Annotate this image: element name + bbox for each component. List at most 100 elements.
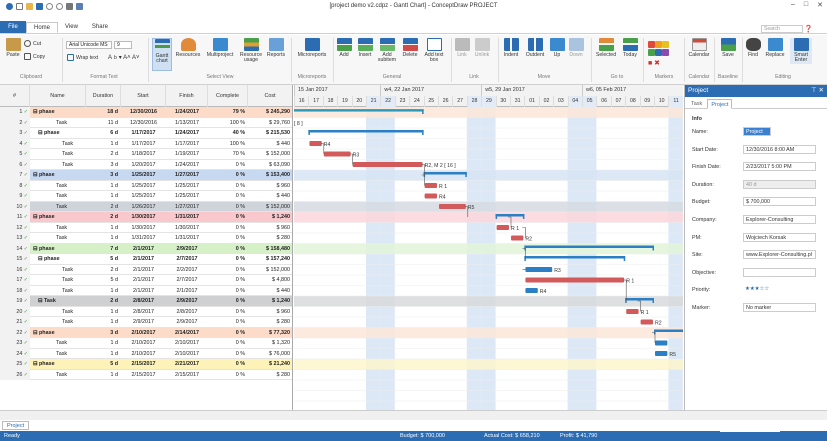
cell-finish[interactable]: 1/31/2017	[166, 233, 208, 244]
cell-finish[interactable]: 1/25/2017	[166, 191, 208, 202]
cell-n[interactable]: 3 ✓	[0, 128, 30, 139]
table-row[interactable]: 6 ✓ Task 3 d 1/20/2017 1/24/2017 0 % $ 63,090	[0, 159, 292, 170]
cell-dur[interactable]: 5 d	[86, 275, 121, 286]
cell-n[interactable]: 5 ✓	[0, 149, 30, 160]
cell-start[interactable]: 2/1/2017	[121, 265, 166, 276]
cell-finish[interactable]: 2/9/2017	[166, 296, 208, 307]
cell-dur[interactable]: 1 d	[86, 139, 121, 150]
cell-finish[interactable]: 2/1/2017	[166, 286, 208, 297]
cell-complete[interactable]: 0 %	[208, 275, 248, 286]
cell-start[interactable]: 2/15/2017	[121, 370, 166, 381]
table-row[interactable]: 1 ✓ ⊟ phase 18 d 12/30/2016 1/24/2017 79 % $ 2…	[0, 107, 292, 118]
col-header-number[interactable]: #	[0, 85, 30, 107]
cell-name[interactable]: ⊟ phase	[30, 244, 86, 255]
cell-start[interactable]: 2/10/2017	[121, 349, 166, 360]
cell-complete[interactable]: 0 %	[208, 254, 248, 265]
clear-marker-icon[interactable]: ■ ✖	[648, 59, 660, 67]
cell-finish[interactable]: 2/21/2017	[166, 359, 208, 370]
cell-start[interactable]: 2/1/2017	[121, 275, 166, 286]
cell-cost[interactable]: $ 152,000	[248, 149, 292, 160]
cell-name[interactable]: ⊟ Task	[30, 296, 86, 307]
cell-cost[interactable]: $ 153,400	[248, 170, 292, 181]
cell-n[interactable]: 16 ✓	[0, 264, 30, 275]
cell-dur[interactable]: 5 d	[86, 254, 121, 265]
add-subitem-button[interactable]: Add subitem	[376, 38, 398, 64]
table-row[interactable]: 18 ✓ Task 1 d 2/1/2017 2/1/2017 0 % $ 440	[0, 285, 292, 297]
cell-name[interactable]: Task	[30, 191, 86, 202]
panel-field-value[interactable]: Explorer-Consulting	[743, 215, 816, 224]
save-baseline-button[interactable]: Save	[718, 38, 738, 58]
cell-name[interactable]: Task	[30, 233, 86, 244]
panel-tab-project[interactable]: Project	[707, 99, 733, 109]
table-row[interactable]: 23 ✓ Task 1 d 2/10/2017 2/10/2017 0 % $ 1,320	[0, 338, 292, 349]
cell-cost[interactable]: $ 21,240	[248, 359, 292, 370]
table-row[interactable]: 10 ✓ Task 2 d 1/26/2017 1/27/2017 0 % $ 152,00…	[0, 201, 292, 212]
cell-dur[interactable]: 2 d	[86, 149, 121, 160]
cell-dur[interactable]: 5 d	[86, 359, 121, 370]
cell-complete[interactable]: 0 %	[208, 317, 248, 328]
indent-button[interactable]: Indent	[501, 38, 521, 58]
col-header-cost[interactable]: Cost	[248, 85, 292, 107]
cell-start[interactable]: 1/30/2017	[121, 212, 166, 223]
cell-complete[interactable]: 100 %	[208, 139, 248, 150]
table-row[interactable]: 12 ✓ Task 1 d 1/30/2017 1/30/2017 0 % $ 960	[0, 222, 292, 234]
cell-finish[interactable]: 2/8/2017	[166, 307, 208, 318]
table-row[interactable]: 22 ✓ ⊟ phase 3 d 2/10/2017 2/14/2017 0 % $ 77,…	[0, 327, 292, 339]
goto-selected-button[interactable]: Selected	[594, 38, 618, 58]
cell-cost[interactable]: $ 152,000	[248, 265, 292, 276]
cell-complete[interactable]: 40 %	[208, 128, 248, 139]
col-header-finish[interactable]: Finish	[166, 85, 208, 107]
move-down-button[interactable]: Down	[567, 38, 585, 58]
table-row[interactable]: 11 ✓ ⊟ phase 2 d 1/30/2017 1/31/2017 0 % $ 1,2…	[0, 212, 292, 223]
cell-name[interactable]: ⊟ phase	[30, 212, 86, 223]
cell-finish[interactable]: 1/30/2017	[166, 223, 208, 234]
cell-dur[interactable]: 1 d	[86, 223, 121, 234]
table-row[interactable]: 17 ✓ Task 5 d 2/1/2017 2/7/2017 0 % $ 4,800	[0, 275, 292, 286]
cell-name[interactable]: Task	[30, 338, 86, 349]
replace-button[interactable]: Replace	[763, 38, 787, 58]
add-button[interactable]: Add	[336, 38, 352, 58]
cell-name[interactable]: ⊟ phase	[30, 128, 86, 139]
cell-dur[interactable]: 2 d	[86, 296, 121, 307]
cell-n[interactable]: 1 ✓	[0, 107, 30, 118]
cell-complete[interactable]: 0 %	[208, 286, 248, 297]
panel-field-value[interactable]: ★★★☆☆	[743, 285, 816, 294]
cell-complete[interactable]: 0 %	[208, 212, 248, 223]
cell-n[interactable]: 6 ✓	[0, 159, 30, 170]
font-size-buttons[interactable]: Ab ▾ A˄ A˅	[108, 54, 140, 62]
cell-complete[interactable]: 0 %	[208, 328, 248, 339]
cell-start[interactable]: 1/25/2017	[121, 170, 166, 181]
cell-name[interactable]: ⊟ phase	[30, 254, 86, 265]
cell-cost[interactable]: $ 960	[248, 223, 292, 234]
cell-start[interactable]: 2/9/2017	[121, 317, 166, 328]
cell-n[interactable]: 17 ✓	[0, 275, 30, 286]
cell-cost[interactable]: $ 440	[248, 286, 292, 297]
gantt-body[interactable]: [ 8 ] R4 R3 R2, M 2 [ 16 ] R 1 R4 R5 R 1 R2 R3 R 1…	[294, 106, 683, 410]
cell-dur[interactable]: 1 d	[86, 349, 121, 360]
cell-finish[interactable]: 1/19/2017	[166, 149, 208, 160]
table-row[interactable]: 5 ✓ Task 2 d 1/18/2017 1/19/2017 70 % $ 152,00…	[0, 149, 292, 160]
cell-n[interactable]: 2 ✓	[0, 117, 30, 128]
table-row[interactable]: 2 ✓ Task 11 d 12/30/2016 1/13/2017 100 % $ 29,…	[0, 117, 292, 129]
cut-button[interactable]: Cut	[24, 40, 41, 47]
cell-n[interactable]: 19 ✓	[0, 296, 30, 307]
cell-n[interactable]: 20 ✓	[0, 306, 30, 317]
cell-start[interactable]: 2/8/2017	[121, 307, 166, 318]
font-size-select[interactable]: 9	[114, 41, 132, 49]
panel-field-value[interactable]: No marker	[743, 303, 816, 312]
markers-palette[interactable]	[648, 41, 669, 56]
table-row[interactable]: 20 ✓ Task 1 d 2/8/2017 2/8/2017 0 % $ 960	[0, 306, 292, 318]
cell-n[interactable]: 15 ✓	[0, 254, 30, 265]
cell-n[interactable]: 21 ✓	[0, 317, 30, 328]
col-header-duration[interactable]: Duration	[86, 85, 121, 107]
table-row[interactable]: 13 ✓ Task 1 d 1/31/2017 1/31/2017 0 % $ 280	[0, 233, 292, 244]
panel-field-value[interactable]: 12/30/2016 8:00 AM	[743, 144, 816, 154]
cell-start[interactable]: 2/10/2017	[121, 338, 166, 349]
cell-n[interactable]: 13 ✓	[0, 233, 30, 244]
cell-n[interactable]: 25 ✓	[0, 359, 30, 370]
cell-dur[interactable]: 11 d	[86, 118, 121, 129]
outdent-button[interactable]: Outdent	[523, 38, 547, 58]
cell-cost[interactable]: $ 29,760	[248, 118, 292, 129]
panel-field-value[interactable]: 2/23/2017 5:00 PM	[743, 162, 816, 172]
table-row[interactable]: 24 ✓ Task 1 d 2/10/2017 2/10/2017 0 % $ 76,000	[0, 348, 292, 360]
